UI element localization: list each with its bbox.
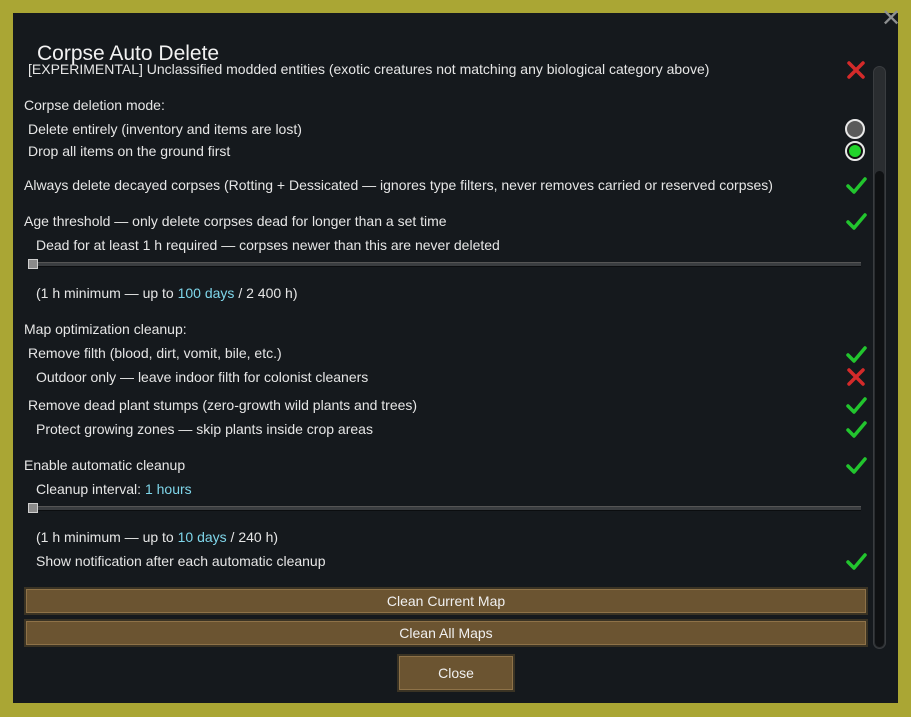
- interval-slider-track[interactable]: [28, 506, 861, 511]
- interval-slider-thumb[interactable]: [28, 503, 38, 513]
- scrollbar-thumb[interactable]: [875, 171, 884, 647]
- age-range-post: / 2 400 h): [234, 285, 298, 301]
- age-range-pre: (1 h minimum — up to: [36, 285, 178, 301]
- auto-cleanup-label: Enable automatic cleanup: [24, 457, 186, 473]
- interval-label: Cleanup interval: 1 hours: [36, 481, 192, 497]
- age-sub-label: Dead for at least 1 h required — corpses…: [36, 237, 500, 253]
- interval-range-pre: (1 h minimum — up to: [36, 529, 178, 545]
- age-slider-thumb[interactable]: [28, 259, 38, 269]
- mode-delete-radio[interactable]: [845, 119, 865, 139]
- decayed-checkmark-icon[interactable]: [845, 174, 867, 196]
- map-header: Map optimization cleanup:: [24, 321, 187, 337]
- outdoor-label: Outdoor only — leave indoor filth for co…: [36, 369, 369, 385]
- interval-label-highlight: 1 hours: [144, 481, 192, 497]
- clean-current-map-button[interactable]: Clean Current Map: [24, 587, 868, 615]
- age-slider-track[interactable]: [28, 262, 861, 267]
- mode-drop-label: Drop all items on the ground first: [28, 143, 231, 159]
- notify-label: Show notification after each automatic c…: [36, 553, 326, 569]
- filth-label: Remove filth (blood, dirt, vomit, bile, …: [28, 345, 282, 361]
- close-icon[interactable]: ✕: [880, 7, 902, 31]
- age-range-highlight: 100 days: [177, 285, 235, 301]
- outdoor-cross-icon[interactable]: [845, 366, 867, 388]
- deletion-mode-header: Corpse deletion mode:: [24, 97, 165, 113]
- age-threshold-checkmark-icon[interactable]: [845, 210, 867, 232]
- scrollbar[interactable]: [873, 66, 886, 649]
- filth-checkmark-icon[interactable]: [845, 343, 867, 365]
- interval-range-text: (1 h minimum — up to 10 days / 240 h): [36, 529, 278, 545]
- experimental-label: [EXPERIMENTAL] Unclassified modded entit…: [28, 61, 710, 77]
- mode-drop-radio[interactable]: [845, 141, 865, 161]
- protect-checkmark-icon[interactable]: [845, 418, 867, 440]
- interval-label-pre: Cleanup interval:: [36, 481, 145, 497]
- stumps-label: Remove dead plant stumps (zero-growth wi…: [28, 397, 418, 413]
- auto-cleanup-checkmark-icon[interactable]: [845, 454, 867, 476]
- notify-checkmark-icon[interactable]: [845, 550, 867, 572]
- close-button[interactable]: Close: [397, 654, 515, 692]
- clean-all-maps-button[interactable]: Clean All Maps: [24, 619, 868, 647]
- protect-label: Protect growing zones — skip plants insi…: [36, 421, 373, 437]
- interval-range-post: / 240 h): [226, 529, 279, 545]
- interval-range-highlight: 10 days: [177, 529, 227, 545]
- mode-delete-label: Delete entirely (inventory and items are…: [28, 121, 302, 137]
- experimental-toggle-cross-icon[interactable]: [845, 60, 867, 81]
- age-range-text: (1 h minimum — up to 100 days / 2 400 h): [36, 285, 297, 301]
- stumps-checkmark-icon[interactable]: [845, 394, 867, 416]
- age-threshold-label: Age threshold — only delete corpses dead…: [24, 213, 447, 229]
- settings-scroll-area: [EXPERIMENTAL] Unclassified modded entit…: [13, 60, 868, 580]
- decayed-label: Always delete decayed corpses (Rotting +…: [24, 177, 773, 193]
